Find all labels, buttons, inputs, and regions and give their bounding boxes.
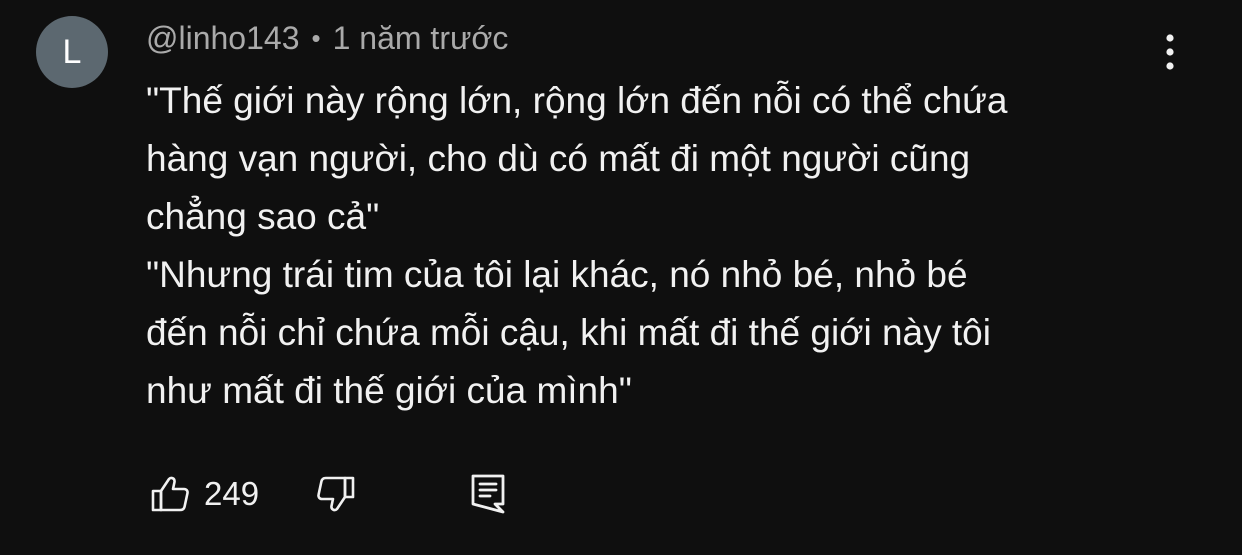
- comment-text-line: hàng vạn người, cho dù có mất đi một ngư…: [146, 138, 971, 179]
- comment-timestamp[interactable]: 1 năm trước: [333, 20, 509, 57]
- comment-text-line: "Nhưng trái tim của tôi lại khác, nó nhỏ…: [146, 254, 968, 295]
- avatar[interactable]: L: [36, 16, 108, 88]
- reply-button[interactable]: [464, 470, 512, 518]
- dislike-button[interactable]: [312, 470, 360, 518]
- comment-text-line: chẳng sao cả": [146, 196, 380, 237]
- avatar-letter: L: [62, 32, 82, 71]
- comment-text-line: "Thế giới này rộng lớn, rộng lớn đến nỗi…: [146, 80, 1008, 121]
- comment-text: "Thế giới này rộng lớn, rộng lớn đến nỗi…: [146, 72, 1206, 420]
- like-count: 249: [204, 475, 260, 512]
- meta-separator: •: [311, 22, 321, 53]
- like-button[interactable]: [146, 470, 194, 518]
- thumbs-down-icon: [317, 476, 355, 512]
- thumbs-up-icon: [151, 476, 189, 512]
- comment-reply-icon: [471, 474, 505, 514]
- comment-header: @linho143 • 1 năm trước: [146, 18, 508, 58]
- more-vertical-icon: [1166, 34, 1174, 70]
- comment-text-line: như mất đi thế giới của mình": [146, 370, 632, 411]
- author-name[interactable]: @linho143: [146, 20, 299, 57]
- comment-text-line: đến nỗi chỉ chứa mỗi cậu, khi mất đi thế…: [146, 312, 991, 353]
- comment-item: L @linho143 • 1 năm trước "Thế giới này …: [0, 0, 1242, 555]
- more-options-button[interactable]: [1150, 28, 1190, 76]
- comment-actions: 249: [146, 470, 546, 518]
